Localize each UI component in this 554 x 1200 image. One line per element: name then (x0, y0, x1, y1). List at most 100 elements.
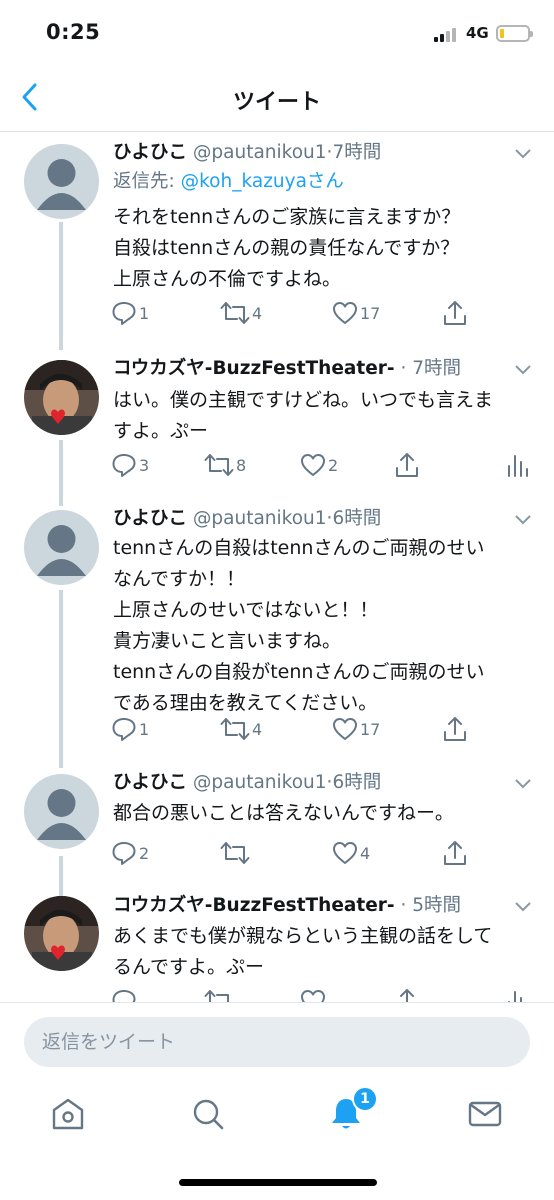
author-handle: @pautanikou1 (192, 508, 327, 529)
author-handle: @pautanikou1 (192, 772, 327, 793)
retweet-icon (204, 454, 234, 476)
like-count: 4 (360, 843, 371, 863)
author-name[interactable]: コウカズヤ-BuzzFestTheater- (113, 358, 395, 379)
analytics-button[interactable] (506, 450, 528, 480)
status-bar: 0:25 4G (0, 0, 554, 70)
share-icon (444, 717, 466, 741)
reply-button[interactable]: 3 (111, 450, 149, 480)
retweet-button[interactable]: 4 (220, 298, 262, 328)
reply-button[interactable]: 1 (111, 714, 149, 744)
tweet-actions: 2 4 (0, 838, 554, 868)
reply-icon (112, 718, 136, 741)
tweet-header: ひよひこ @pautanikou1·6時間 (113, 772, 382, 793)
retweet-count: 4 (252, 719, 263, 739)
chevron-down-icon[interactable] (514, 901, 532, 913)
reply-count: 1 (139, 303, 150, 323)
tweet-text-line: 上原さんの不倫ですよね。 (113, 268, 342, 290)
share-button[interactable] (442, 714, 468, 744)
share-icon (396, 453, 418, 477)
like-count: 17 (360, 719, 381, 739)
like-count: 17 (360, 303, 381, 323)
search-icon (193, 1099, 224, 1130)
heart-icon (301, 454, 325, 476)
tweet-header: ひよひこ @pautanikou1·6時間 (113, 508, 382, 529)
tweet-text-line: なんですか！！ (113, 568, 246, 590)
reply-icon (112, 454, 136, 477)
author-name[interactable]: ひよひこ (113, 142, 187, 163)
like-count: 2 (328, 455, 339, 475)
like-button[interactable]: 2 (300, 450, 338, 480)
like-button[interactable]: 17 (332, 298, 380, 328)
tweet-text: それをtennさんのご家族に言えますか？ 自殺はtennさんの親の責任なんですか… (113, 202, 543, 295)
chevron-down-icon[interactable] (514, 364, 532, 376)
tweet-time: 7時間 (412, 358, 461, 379)
search-tab[interactable] (188, 1094, 228, 1134)
author-name[interactable]: コウカズヤ-BuzzFestTheater- (113, 895, 395, 916)
chevron-down-icon[interactable] (514, 514, 532, 526)
author-name[interactable]: ひよひこ (113, 508, 187, 529)
home-indicator (179, 1179, 377, 1186)
tweet-actions: 1 4 17 (0, 714, 554, 744)
share-button[interactable] (394, 450, 420, 480)
reply-icon (112, 842, 136, 865)
tweet-text-line: あくまでも僕が親ならという主観の話をして (113, 925, 493, 947)
retweet-button[interactable]: 8 (204, 450, 246, 480)
mail-icon (468, 1101, 502, 1127)
reply-button[interactable]: 2 (111, 838, 149, 868)
notification-badge: 1 (352, 1086, 378, 1112)
reply-to-label: 返信先: (113, 171, 181, 192)
tweet-text-line: 上原さんのせいではないと！！ (113, 599, 379, 621)
share-button[interactable] (442, 298, 468, 328)
photo-avatar-image (24, 360, 99, 435)
heart-icon (333, 302, 357, 324)
reply-count: 3 (139, 455, 150, 475)
avatar[interactable] (24, 360, 99, 435)
author-name[interactable]: ひよひこ (113, 772, 187, 793)
tweet-actions: 3 8 2 (0, 450, 554, 480)
tweet-actions: 1 4 17 (0, 298, 554, 328)
tweet-text-line: tennさんの自殺はtennさんのご両親のせい (113, 537, 485, 559)
retweet-button[interactable] (220, 838, 250, 868)
reply-button[interactable]: 1 (111, 298, 149, 328)
reply-icon (112, 302, 136, 325)
retweet-count: 8 (236, 455, 247, 475)
tweet-header: コウカズヤ-BuzzFestTheater- · 7時間 (113, 358, 461, 379)
status-time: 0:25 (46, 20, 101, 44)
avatar[interactable] (24, 144, 99, 219)
heart-icon (333, 842, 357, 864)
like-button[interactable]: 17 (332, 714, 380, 744)
tweet-time: 6時間 (332, 772, 382, 793)
avatar[interactable] (24, 510, 99, 585)
tweet-text-line: tennさんの自殺がtennさんのご両親のせい (113, 661, 485, 683)
reply-count: 2 (139, 843, 150, 863)
reply-to-user-link[interactable]: @koh_kazuyaさん (181, 171, 344, 192)
reply-input[interactable]: 返信をツイート (24, 1017, 530, 1067)
tweet-text: はい。僕の主観ですけどね。いつでも言えま すよ。ぷー (113, 385, 543, 447)
tweet-header: ひよひこ @pautanikou1·7時間 (113, 142, 382, 163)
tweet-text-line: るんですよ。ぷー (113, 956, 265, 978)
reply-bar: 返信をツイート (0, 1002, 554, 1086)
messages-tab[interactable] (465, 1094, 505, 1134)
reply-count: 1 (139, 719, 150, 739)
nav-bar: ツイート (0, 70, 554, 132)
tweet-text-line: 自殺はtennさんの親の責任なんですか？ (113, 237, 460, 259)
home-tab[interactable] (48, 1094, 88, 1134)
retweet-button[interactable]: 4 (220, 714, 262, 744)
default-avatar-icon (37, 525, 86, 576)
chevron-down-icon[interactable] (514, 778, 532, 790)
tweet-text: 都合の悪いことは答えないんですねー。 (113, 798, 543, 829)
like-button[interactable]: 4 (332, 838, 370, 868)
home-icon (52, 1098, 84, 1130)
heart-icon (333, 718, 357, 740)
tweet-text-line: 都合の悪いことは答えないんですねー。 (113, 802, 454, 824)
battery-icon (496, 25, 533, 42)
photo-avatar-image (24, 896, 99, 971)
page-title: ツイート (232, 90, 321, 115)
tweet-text: tennさんの自殺はtennさんのご両親のせい なんですか！！ 上原さんのせいで… (113, 533, 543, 719)
share-button[interactable] (442, 838, 468, 868)
tweet-text-line: はい。僕の主観ですけどね。いつでも言えま (113, 389, 494, 411)
avatar[interactable] (24, 896, 99, 971)
tweet-text: あくまでも僕が親ならという主観の話をして るんですよ。ぷー (113, 921, 543, 983)
chevron-down-icon[interactable] (514, 148, 532, 160)
share-icon (444, 301, 466, 325)
